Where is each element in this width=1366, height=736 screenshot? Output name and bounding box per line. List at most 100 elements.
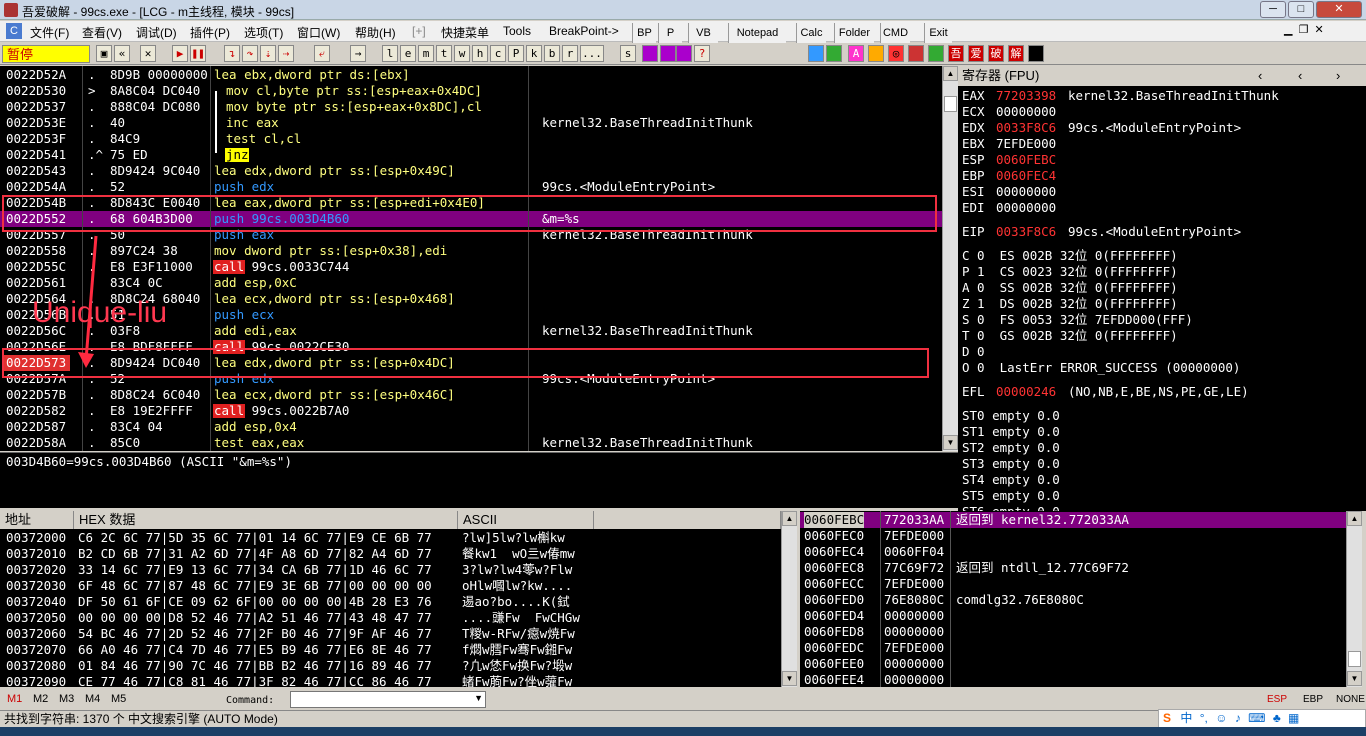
plugin-icon-2[interactable]	[660, 45, 676, 62]
stack-scroll-down-icon[interactable]: ▼	[1347, 671, 1362, 686]
plugin-icon-5[interactable]	[868, 45, 884, 62]
toolbar-t[interactable]: t	[436, 45, 452, 62]
mdi-controls[interactable]: ▁ ❐ ✕	[1284, 23, 1324, 36]
trace-over-icon[interactable]: ⇢	[278, 45, 294, 62]
execute-till-return-icon[interactable]: ⤶	[314, 45, 330, 62]
stack-row[interactable]: 0060FED0 76E8080C comdlg32.76E8080C	[800, 592, 1346, 608]
toolbar-k[interactable]: k	[526, 45, 542, 62]
disasm-row[interactable]: 0022D537. 888C04 DC080 mov byte ptr ss:[es…	[0, 99, 942, 115]
keyboard-icon[interactable]: ⌨	[1248, 711, 1265, 725]
stack-row[interactable]: 0060FEC0 7EFDE000	[800, 528, 1346, 544]
refresh-icon[interactable]	[808, 45, 824, 62]
disasm-row[interactable]: 0022D541 .^ 75 ED jnz short 99cs.0022D530	[0, 147, 942, 163]
dump-header-ascii[interactable]: ASCII	[458, 511, 594, 529]
disasm-row[interactable]: 0022D558. 897C24 38 mov dword ptr ss:[esp+…	[0, 243, 942, 259]
dump-header-hex[interactable]: HEX 数据	[74, 511, 458, 529]
toolbar-c[interactable]: c	[490, 45, 506, 62]
disassembly-scrollbar[interactable]: ▲ ▼	[942, 66, 958, 451]
disasm-row[interactable]: 0022D564. 8D8C24 68040 lea ecx,dword ptr s…	[0, 291, 942, 307]
stack-row[interactable]: 0060FED8 00000000	[800, 624, 1346, 640]
disasm-row[interactable]: 0022D52A. 8D9B 00000000 lea ebx,dword ptr …	[0, 67, 942, 83]
run-icon[interactable]: ▶	[172, 45, 188, 62]
none-button[interactable]: NONE	[1336, 694, 1365, 705]
trace-into-icon[interactable]: ⇣	[260, 45, 276, 62]
cn-btn-4[interactable]: 解	[1008, 45, 1024, 62]
flag-row[interactable]: S 0 FS 0053 32位 7EFDD000(FFF)	[962, 312, 1193, 328]
close-process-icon[interactable]: ✕	[140, 45, 156, 62]
fpu-row[interactable]: ST4 empty 0.0	[962, 472, 1060, 488]
scroll-thumb[interactable]	[944, 96, 957, 112]
dump-row[interactable]: 00372080 01 84 46 77|90 7C 46 77|BB B2 46…	[0, 658, 781, 674]
toolbar-r[interactable]: r	[562, 45, 578, 62]
minimize-button[interactable]: ─	[1260, 1, 1286, 18]
calc-button[interactable]: Calc	[796, 23, 826, 43]
disasm-row[interactable]: 0022D56E. E8 BDF8FFFF call 99cs.0022CE30	[0, 339, 942, 355]
memory-tab-4[interactable]: M4	[85, 693, 100, 705]
register-row[interactable]: EDX 0033F8C6 99cs.<ModuleEntryPoint>	[962, 120, 1241, 136]
flag-row[interactable]: T 0 GS 002B 32位 0(FFFFFFFF)	[962, 328, 1178, 344]
disassembly-pane[interactable]: 0022D52A. 8D9B 00000000 lea ebx,dword ptr …	[0, 66, 942, 451]
plugin-icon-3[interactable]	[676, 45, 692, 62]
disasm-row[interactable]: 0022D56B. 51 push ecx	[0, 307, 942, 323]
menu-help[interactable]: 帮助(H)	[355, 24, 396, 41]
dump-header-address[interactable]: 地址	[0, 511, 74, 529]
punct-icon[interactable]: °,	[1200, 711, 1208, 725]
cn-btn-1[interactable]: 吾	[948, 45, 964, 62]
dump-row[interactable]: 00372090 CE 77 46 77|C8 81 46 77|3F 82 46…	[0, 674, 781, 687]
stack-row[interactable]: 0060FECC 7EFDE000	[800, 576, 1346, 592]
step-over-icon[interactable]: ↷	[242, 45, 258, 62]
ime-chinese-icon[interactable]: 中	[1180, 711, 1192, 725]
flag-row[interactable]: C 0 ES 002B 32位 0(FFFFFFFF)	[962, 248, 1178, 264]
register-row[interactable]: EDI 00000000	[962, 200, 1056, 216]
efl-row[interactable]: EFL 00000246 (NO,NB,E,BE,NS,PE,GE,LE)	[962, 384, 1249, 400]
stack-scroll-up-icon[interactable]: ▲	[1347, 511, 1362, 526]
memory-tab-3[interactable]: M3	[59, 693, 74, 705]
memory-tab-5[interactable]: M5	[111, 693, 126, 705]
cn-btn-3[interactable]: 破	[988, 45, 1004, 62]
dump-row[interactable]: 00372010 B2 CD 6B 77|31 A2 6D 77|4F A8 6D…	[0, 546, 781, 562]
menu-plugins[interactable]: 插件(P)	[190, 24, 230, 41]
plugin-icon-1[interactable]	[642, 45, 658, 62]
stack-row[interactable]: 0060FEE0 00000000	[800, 656, 1346, 672]
ebp-button[interactable]: EBP	[1303, 694, 1323, 705]
stack-row[interactable]: 0060FEC4 0060FF04	[800, 544, 1346, 560]
step-into-icon[interactable]: ↴	[224, 45, 240, 62]
exit-button[interactable]: Exit	[924, 23, 952, 43]
dump-scroll-up-icon[interactable]: ▲	[782, 511, 797, 526]
disasm-row[interactable]: 0022D54B. 8D843C E0040 lea eax,dword ptr s…	[0, 195, 942, 211]
help-icon[interactable]: ?	[694, 45, 710, 62]
prev2-icon[interactable]: ‹	[1298, 66, 1302, 86]
disasm-row[interactable]: 0022D53E. 40 inc eax kernel32.BaseThreadIni…	[0, 115, 942, 131]
command-input[interactable]: ▼	[290, 691, 486, 708]
dump-row[interactable]: 00372000 C6 2C 6C 77|5D 35 6C 77|01 14 6C…	[0, 530, 781, 546]
toolbar-e[interactable]: e	[400, 45, 416, 62]
disasm-row[interactable]: 0022D56C. 03F8 add edi,eax kernel32.BaseThr…	[0, 323, 942, 339]
fpu-row[interactable]: ST3 empty 0.0	[962, 456, 1060, 472]
tools-icon[interactable]: ▦	[1288, 711, 1299, 725]
black-square-icon[interactable]	[1028, 45, 1044, 62]
eip-row[interactable]: EIP 0033F8C6 99cs.<ModuleEntryPoint>	[962, 224, 1241, 240]
plugin-icon-7[interactable]	[928, 45, 944, 62]
menu-expand[interactable]: [+]	[412, 24, 426, 38]
disasm-row[interactable]: 0022D561. 83C4 0C add esp,0xC	[0, 275, 942, 291]
toolbar-l[interactable]: l	[382, 45, 398, 62]
menu-window[interactable]: 窗口(W)	[297, 24, 340, 41]
mic-icon[interactable]: ♪	[1235, 711, 1241, 725]
scroll-up-icon[interactable]: ▲	[943, 66, 958, 81]
disasm-row[interactable]: 0022D530 >8A8C04 DC040 mov cl,byte ptr ss:…	[0, 83, 942, 99]
stack-pane[interactable]: 0060FEBC 772033AA 返回到 kernel32.772033AA 006…	[800, 511, 1346, 687]
target-icon[interactable]: ◎	[888, 45, 904, 62]
stack-row[interactable]: 0060FEDC 7EFDE000	[800, 640, 1346, 656]
registers-pane[interactable]: 寄存器 (FPU) ‹ ‹ › EAX 77203398 kernel32.Base…	[958, 66, 1366, 511]
stack-row[interactable]: 0060FEE4 00000000	[800, 672, 1346, 687]
register-row[interactable]: ESI 00000000	[962, 184, 1056, 200]
disasm-row[interactable]: 0022D53F. 84C9 test cl,cl	[0, 131, 942, 147]
bp-button[interactable]: BP	[632, 23, 656, 43]
cmd-button[interactable]: CMD	[880, 23, 910, 43]
fpu-row[interactable]: ST5 empty 0.0	[962, 488, 1060, 504]
fpu-row[interactable]: ST2 empty 0.0	[962, 440, 1060, 456]
flag-row[interactable]: Z 1 DS 002B 32位 0(FFFFFFFF)	[962, 296, 1178, 312]
toolbar-m[interactable]: m	[418, 45, 434, 62]
stack-scroll-thumb[interactable]	[1348, 651, 1361, 667]
disasm-row[interactable]: 0022D552. 68 604B3D00 push 99cs.003D4B60 &m…	[0, 211, 942, 227]
